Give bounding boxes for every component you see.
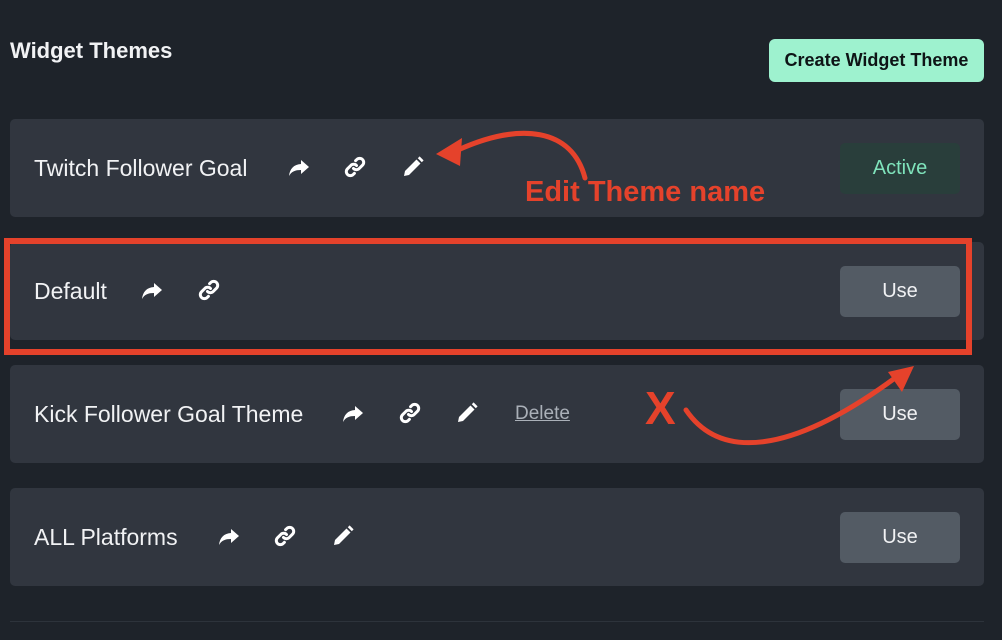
theme-name: ALL Platforms xyxy=(34,523,178,550)
link-icon[interactable] xyxy=(398,401,422,425)
delete-link[interactable]: Delete xyxy=(515,365,570,463)
theme-name: Default xyxy=(34,277,107,304)
theme-row-default: Default Use xyxy=(10,242,984,340)
theme-name: Twitch Follower Goal xyxy=(34,154,248,181)
share-icon[interactable] xyxy=(341,401,365,425)
widget-themes-page: Widget Themes Create Widget Theme Twitch… xyxy=(0,0,1002,640)
theme-row-twitch-follower-goal: Twitch Follower Goal Active xyxy=(10,119,984,217)
pencil-icon[interactable] xyxy=(331,524,355,548)
link-icon[interactable] xyxy=(273,524,297,548)
theme-name: Kick Follower Goal Theme xyxy=(34,400,304,427)
edit-theme-name-annotation: Edit Theme name xyxy=(525,176,766,208)
use-button[interactable]: Use xyxy=(840,512,960,563)
theme-row-kick-follower-goal-theme: Kick Follower Goal Theme Delete Use xyxy=(10,365,984,463)
use-button[interactable]: Use xyxy=(840,389,960,440)
pencil-icon[interactable] xyxy=(401,155,425,179)
share-icon[interactable] xyxy=(217,524,241,548)
link-icon[interactable] xyxy=(197,278,221,302)
link-icon[interactable] xyxy=(343,155,367,179)
share-icon[interactable] xyxy=(140,278,164,302)
x-mark-annotation: X xyxy=(645,382,676,434)
create-widget-theme-button[interactable]: Create Widget Theme xyxy=(769,39,984,82)
theme-row-all-platforms: ALL Platforms Use xyxy=(10,488,984,586)
share-icon[interactable] xyxy=(287,155,311,179)
active-button[interactable]: Active xyxy=(840,143,960,194)
pencil-icon[interactable] xyxy=(455,401,479,425)
use-button[interactable]: Use xyxy=(840,266,960,317)
page-title: Widget Themes xyxy=(10,38,173,63)
divider xyxy=(10,621,984,622)
